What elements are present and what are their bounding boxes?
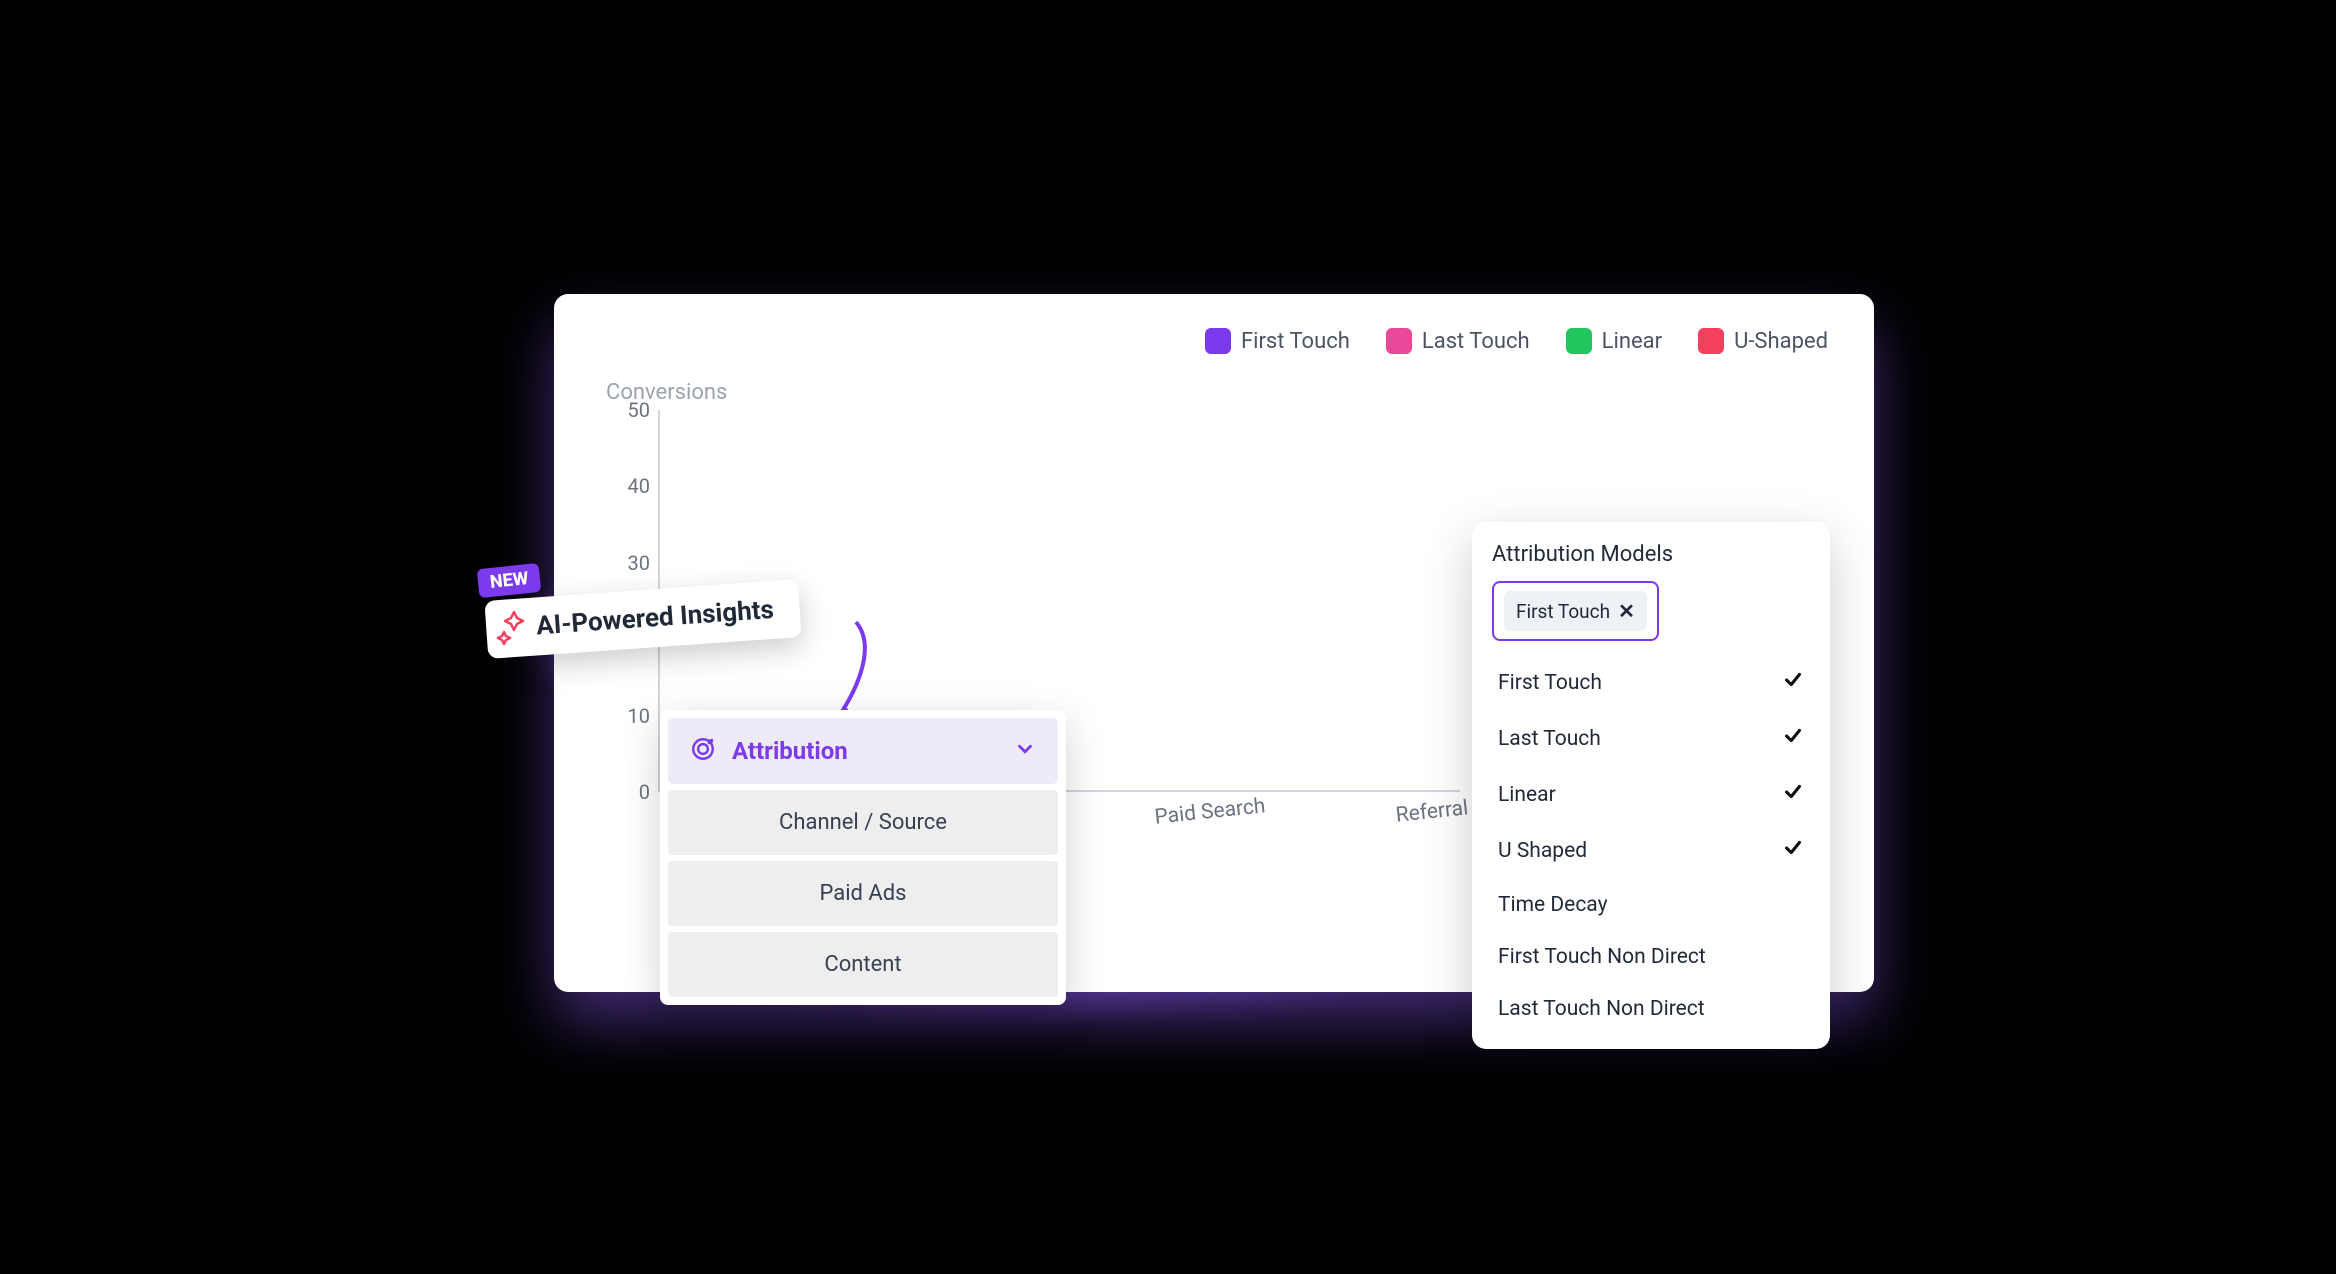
legend-label: First Touch <box>1241 329 1350 354</box>
check-icon <box>1782 725 1804 753</box>
legend: First Touch Last Touch Linear U-Shaped <box>1205 328 1828 354</box>
model-option-label: Last Touch Non Direct <box>1498 997 1705 1021</box>
model-option-label: U Shaped <box>1498 839 1587 863</box>
model-option[interactable]: First Touch <box>1492 655 1810 711</box>
legend-item: First Touch <box>1205 328 1350 354</box>
sparkle-icon <box>494 606 538 654</box>
models-options-list: First Touch Last Touch Linear U Shaped Time … <box>1492 655 1810 1035</box>
ai-insights-callout: NEW AI-Powered Insights <box>486 590 800 648</box>
legend-label: Last Touch <box>1422 329 1530 354</box>
legend-swatch <box>1698 328 1724 354</box>
models-chip-container: First Touch ✕ <box>1492 581 1659 641</box>
legend-swatch <box>1205 328 1231 354</box>
legend-item: Linear <box>1566 328 1662 354</box>
legend-item: U-Shaped <box>1698 328 1828 354</box>
target-icon <box>690 736 716 766</box>
model-option[interactable]: Time Decay <box>1492 879 1810 931</box>
model-option-label: First Touch <box>1498 671 1602 695</box>
y-axis-label: Conversions <box>606 380 727 405</box>
check-icon <box>1782 669 1804 697</box>
legend-label: Linear <box>1602 329 1662 354</box>
y-tick: 0 <box>639 780 650 804</box>
y-tick: 30 <box>628 551 650 575</box>
attribution-menu-item[interactable]: Content <box>668 932 1058 997</box>
x-tick-label: Paid Search <box>1153 794 1266 829</box>
model-option[interactable]: Last Touch Non Direct <box>1492 983 1810 1035</box>
models-popover-title: Attribution Models <box>1492 542 1810 567</box>
attribution-models-popover: Attribution Models First Touch ✕ First T… <box>1472 522 1830 1049</box>
model-option[interactable]: U Shaped <box>1492 823 1810 879</box>
stage: First Touch Last Touch Linear U-Shaped Conv… <box>438 242 1898 1032</box>
model-option[interactable]: Last Touch <box>1492 711 1810 767</box>
model-option[interactable]: First Touch Non Direct <box>1492 931 1810 983</box>
attribution-dropdown-header[interactable]: Attribution <box>668 718 1058 784</box>
y-tick: 10 <box>628 704 650 728</box>
attribution-menu-item[interactable]: Paid Ads <box>668 861 1058 926</box>
model-option[interactable]: Linear <box>1492 767 1810 823</box>
y-tick: 50 <box>628 398 650 422</box>
model-option-label: First Touch Non Direct <box>1498 945 1706 969</box>
check-icon <box>1782 781 1804 809</box>
filter-chip-first-touch[interactable]: First Touch ✕ <box>1504 591 1647 631</box>
x-tick-label: Referral <box>1395 796 1470 827</box>
legend-swatch <box>1386 328 1412 354</box>
check-icon <box>1782 837 1804 865</box>
attribution-menu-item[interactable]: Channel / Source <box>668 790 1058 855</box>
legend-item: Last Touch <box>1386 328 1530 354</box>
model-option-label: Linear <box>1498 783 1556 807</box>
model-option-label: Last Touch <box>1498 727 1601 751</box>
model-option-label: Time Decay <box>1498 893 1608 917</box>
chevron-down-icon <box>1014 738 1036 764</box>
attribution-dropdown-title: Attribution <box>732 737 848 765</box>
legend-label: U-Shaped <box>1734 329 1828 354</box>
attribution-dropdown-list: Channel / SourcePaid AdsContent <box>668 790 1058 997</box>
chip-label: First Touch <box>1516 600 1610 623</box>
close-icon[interactable]: ✕ <box>1618 599 1635 623</box>
attribution-dropdown-panel: Attribution Channel / SourcePaid AdsCont… <box>660 710 1066 1005</box>
legend-swatch <box>1566 328 1592 354</box>
new-badge: NEW <box>477 563 542 598</box>
y-tick: 40 <box>628 474 650 498</box>
